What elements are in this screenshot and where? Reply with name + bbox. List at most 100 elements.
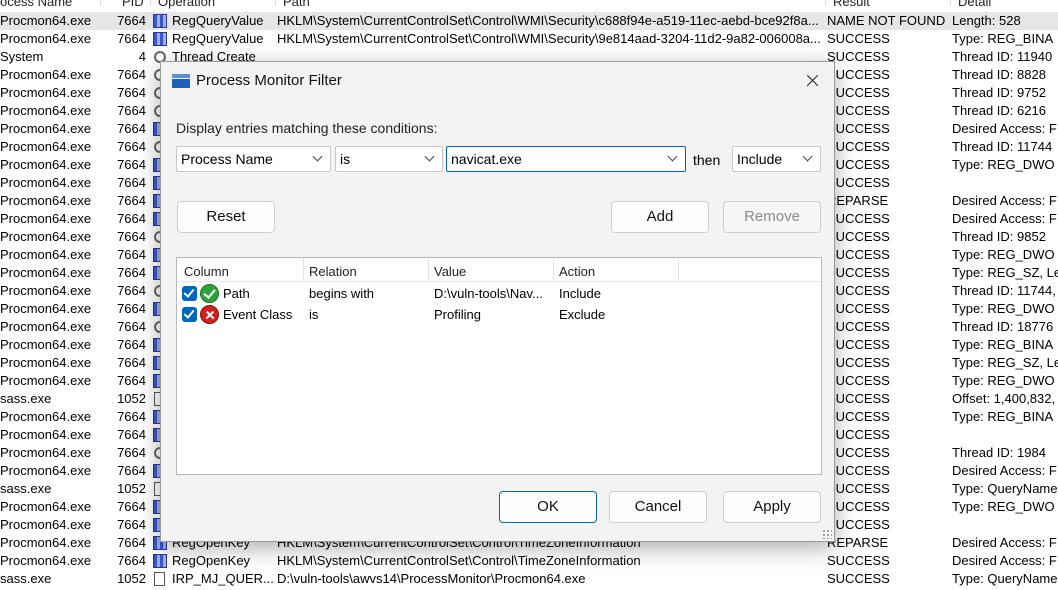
log-row[interactable]: Procmon64.exe 7664 RegQueryValue HKLM\Syste… xyxy=(0,12,1058,30)
chevron-down-icon[interactable] xyxy=(667,151,678,162)
process-name: Procmon64.exe xyxy=(0,157,92,172)
action-select-value: Include xyxy=(737,151,783,167)
detail: Type: REG_DWO xyxy=(952,247,1055,262)
filter-list[interactable]: Column Relation Value Action Path begins… xyxy=(176,257,822,475)
process-name: Procmon64.exe xyxy=(0,13,92,28)
pid: 7664 xyxy=(117,427,146,442)
process-name: sass.exe xyxy=(0,481,52,496)
cancel-button[interactable]: Cancel xyxy=(609,491,707,523)
result: SUCCESS xyxy=(827,211,890,226)
filter-enabled-checkbox[interactable] xyxy=(182,307,197,322)
detail: Type: REG_SZ, Le xyxy=(952,265,1058,280)
dialog-titlebar[interactable]: Process Monitor Filter xyxy=(161,62,834,99)
ok-button[interactable]: OK xyxy=(499,491,597,523)
action-select[interactable]: Include xyxy=(732,146,821,172)
pid: 1052 xyxy=(117,391,146,406)
result: SUCCESS xyxy=(827,553,890,568)
detail: Type: QueryName xyxy=(952,481,1058,496)
detail: Thread ID: 9752 xyxy=(952,85,1046,100)
pid: 7664 xyxy=(117,373,146,388)
process-name: Procmon64.exe xyxy=(0,283,92,298)
value-input[interactable]: navicat.exe xyxy=(451,151,522,167)
col-detail[interactable]: Detail xyxy=(958,0,991,9)
path: HKLM\System\CurrentControlSet\Control\Ti… xyxy=(277,553,641,568)
header-action[interactable]: Action xyxy=(559,264,595,279)
result: SUCCESS xyxy=(827,139,890,154)
process-name: Procmon64.exe xyxy=(0,211,92,226)
result: SUCCESS xyxy=(827,49,890,64)
process-name: Procmon64.exe xyxy=(0,139,92,154)
pid: 7664 xyxy=(117,229,146,244)
operation: IRP_MJ_QUER... xyxy=(172,571,274,586)
log-row[interactable]: Procmon64.exe 7664 RegQueryValue HKLM\Syste… xyxy=(0,30,1058,48)
process-name: Procmon64.exe xyxy=(0,31,92,46)
pid: 7664 xyxy=(117,67,146,82)
filter-row[interactable]: Event Class is Profiling Exclude xyxy=(177,304,821,325)
col-result[interactable]: Result xyxy=(833,0,870,9)
col-pid[interactable]: PID xyxy=(122,0,144,9)
registry-icon xyxy=(153,14,167,28)
result: REPARSE xyxy=(827,535,889,550)
resize-grip-icon[interactable] xyxy=(822,529,832,539)
value-combobox[interactable]: navicat.exe xyxy=(446,146,686,172)
pid: 7664 xyxy=(117,445,146,460)
filter-column: Path xyxy=(223,286,250,301)
detail: Length: 528 xyxy=(952,13,1021,28)
include-check-icon xyxy=(200,284,219,303)
detail: Thread ID: 1984 xyxy=(952,445,1046,460)
pid: 7664 xyxy=(117,121,146,136)
detail: Type: QueryName xyxy=(952,571,1058,586)
header-column[interactable]: Column xyxy=(184,264,229,279)
pid: 7664 xyxy=(117,337,146,352)
result: SUCCESS xyxy=(827,463,890,478)
col-process-name[interactable]: ocess Name xyxy=(0,0,72,9)
filter-enabled-checkbox[interactable] xyxy=(182,286,197,301)
process-name: Procmon64.exe xyxy=(0,229,92,244)
col-path[interactable]: Path xyxy=(283,0,310,9)
detail: Type: REG_DWO xyxy=(952,157,1055,172)
pid: 7664 xyxy=(117,463,146,478)
registry-icon xyxy=(153,32,167,46)
result: SUCCESS xyxy=(827,85,890,100)
filter-list-header: Column Relation Value Action xyxy=(177,258,821,282)
header-relation[interactable]: Relation xyxy=(309,264,357,279)
detail: Thread ID: 6216 xyxy=(952,103,1046,118)
header-value[interactable]: Value xyxy=(434,264,466,279)
filter-relation: is xyxy=(309,307,319,322)
pid: 7664 xyxy=(117,499,146,514)
result: SUCCESS xyxy=(827,391,890,406)
detail: Desired Access: F xyxy=(952,535,1057,550)
process-name: Procmon64.exe xyxy=(0,85,92,100)
detail: Type: REG_BINA xyxy=(952,409,1054,424)
reset-button[interactable]: Reset xyxy=(177,201,275,233)
log-row[interactable]: sass.exe 1052 IRP_MJ_QUER... D:\vuln-tools\… xyxy=(0,570,1058,588)
close-icon[interactable] xyxy=(789,62,834,99)
detail: Type: REG_DWO xyxy=(952,301,1055,316)
result: SUCCESS xyxy=(827,355,890,370)
process-name: Procmon64.exe xyxy=(0,175,92,190)
process-name: Procmon64.exe xyxy=(0,193,92,208)
process-name: Procmon64.exe xyxy=(0,67,92,82)
pid: 7664 xyxy=(117,409,146,424)
add-button[interactable]: Add xyxy=(611,201,709,233)
pid: 7664 xyxy=(117,301,146,316)
pid: 7664 xyxy=(117,13,146,28)
log-row[interactable]: Procmon64.exe 7664 RegOpenKey HKLM\System\C… xyxy=(0,552,1058,570)
process-name: Procmon64.exe xyxy=(0,517,92,532)
result: SUCCESS xyxy=(827,67,890,82)
pid: 7664 xyxy=(117,535,146,550)
process-name: Procmon64.exe xyxy=(0,301,92,316)
column-select[interactable]: Process Name xyxy=(176,146,331,172)
filter-value: Profiling xyxy=(434,307,481,322)
relation-select[interactable]: is xyxy=(335,146,443,172)
process-name: sass.exe xyxy=(0,391,52,406)
result: SUCCESS xyxy=(827,265,890,280)
result: SUCCESS xyxy=(827,31,890,46)
filter-row[interactable]: Path begins with D:\vuln-tools\Nav... In… xyxy=(177,283,821,304)
apply-button[interactable]: Apply xyxy=(723,491,821,523)
result: SUCCESS xyxy=(827,175,890,190)
result: SUCCESS xyxy=(827,499,890,514)
process-monitor-filter-dialog: Process Monitor Filter Display entries m… xyxy=(160,61,835,542)
col-operation[interactable]: Operation xyxy=(158,0,215,9)
remove-button[interactable]: Remove xyxy=(723,201,821,233)
